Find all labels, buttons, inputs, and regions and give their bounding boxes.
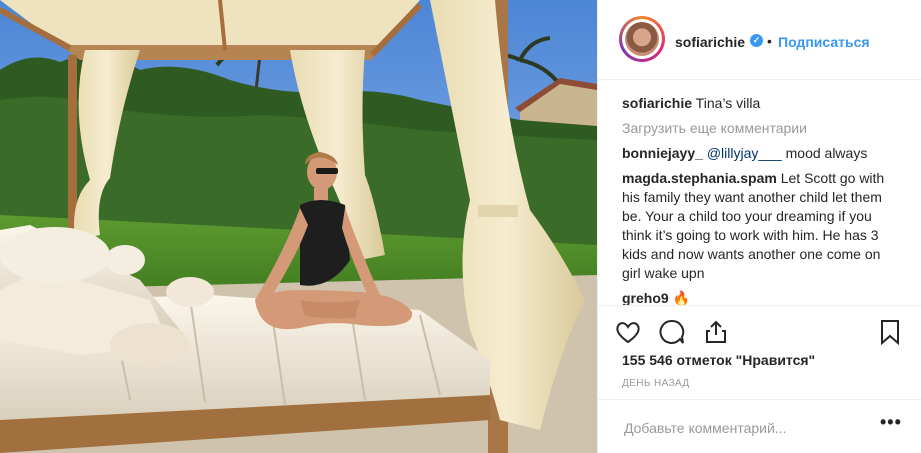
share-icon[interactable]	[702, 318, 730, 346]
post-sidebar: sofiarichie ✓ • Подписаться sofiarichie …	[597, 0, 921, 453]
comment-icon[interactable]	[658, 318, 686, 346]
likes-count[interactable]: 155 546 отметок "Нравится"	[622, 352, 815, 368]
comment-mention-link[interactable]: @lillyjay___	[707, 145, 782, 161]
avatar[interactable]	[619, 16, 665, 62]
heart-icon[interactable]	[614, 318, 642, 346]
post-timestamp[interactable]: ДЕНЬ НАЗАД	[622, 378, 690, 389]
caption: sofiarichie Tina’s villa	[622, 94, 902, 113]
follow-button[interactable]: Подписаться	[778, 34, 870, 50]
comments-list: sofiarichie Tina’s villa Загрузить еще к…	[622, 94, 902, 314]
comment-item: magda.stephania.spam Let Scott go with h…	[622, 169, 902, 283]
comment-user[interactable]: greho9	[622, 290, 669, 306]
username-link[interactable]: sofiarichie	[675, 34, 745, 50]
post-image	[0, 0, 597, 453]
avatar-image	[625, 22, 659, 56]
comment-user[interactable]: bonniejayy_	[622, 145, 703, 161]
more-options-button[interactable]: •••	[880, 412, 902, 433]
comment-text: mood always	[781, 145, 868, 161]
verified-badge-icon: ✓	[750, 34, 763, 47]
add-comment-bar: •••	[598, 399, 921, 453]
action-bar	[598, 305, 921, 355]
bookmark-icon[interactable]	[876, 318, 904, 346]
comment-user[interactable]: sofiarichie	[622, 95, 692, 111]
instagram-post: sofiarichie ✓ • Подписаться sofiarichie …	[0, 0, 921, 453]
load-more-comments-button[interactable]: Загрузить еще комментарии	[622, 119, 902, 138]
comment-item: bonniejayy_ @lillyjay___ mood always	[622, 144, 902, 163]
comment-text: 🔥	[672, 290, 691, 306]
comment-user[interactable]: magda.stephania.spam	[622, 170, 777, 186]
comment-text: Tina’s villa	[695, 95, 761, 111]
add-comment-input[interactable]	[622, 416, 866, 440]
comment-text: Let Scott go with his family they want a…	[622, 170, 885, 281]
post-photo[interactable]	[0, 0, 597, 453]
post-header: sofiarichie ✓ • Подписаться	[598, 0, 921, 80]
separator-dot: •	[767, 33, 772, 49]
